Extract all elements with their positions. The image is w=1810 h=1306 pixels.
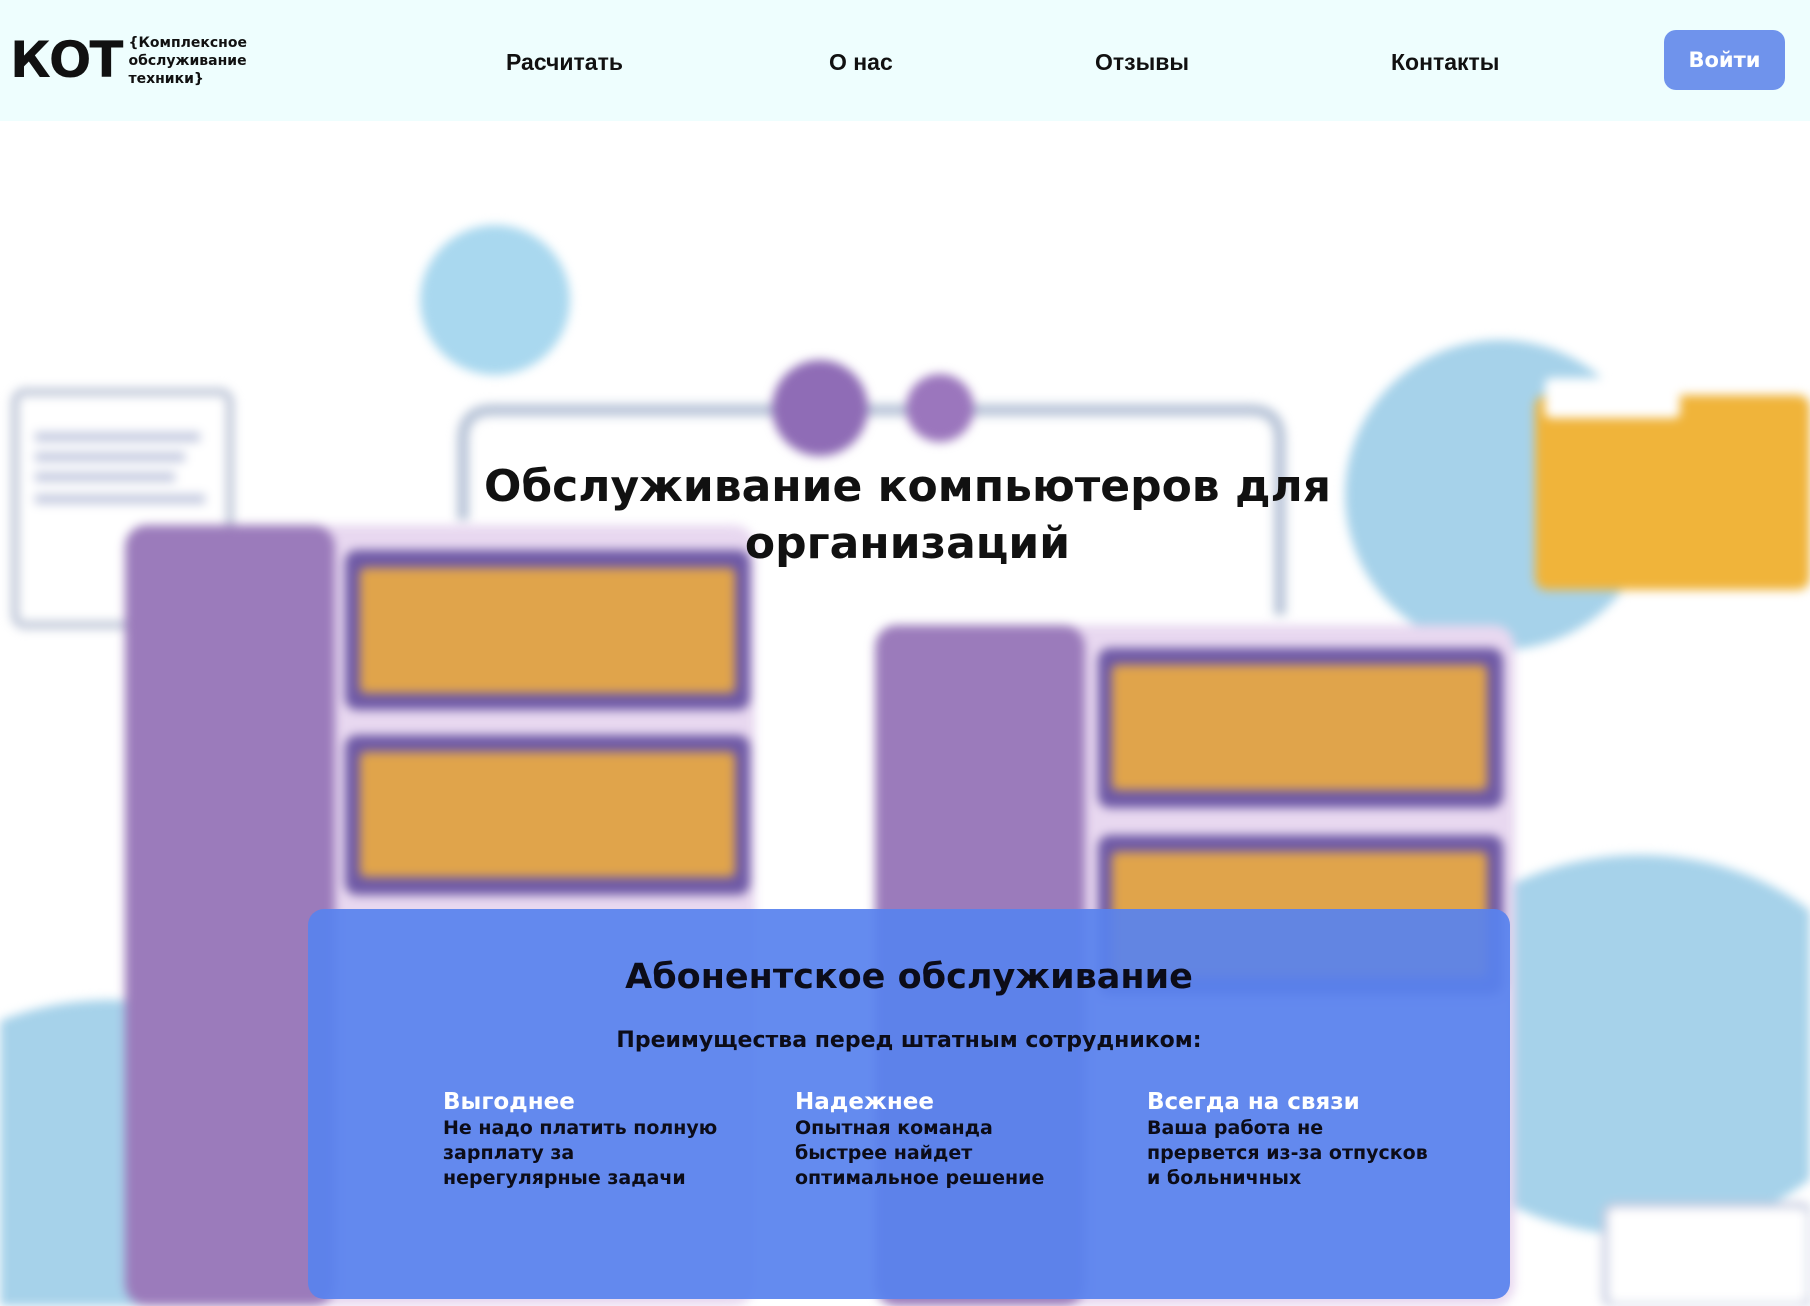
feature-text: Опытная команда быстрее найдет оптимальн… — [795, 1117, 1045, 1189]
feature-heading: Всегда на связи — [1147, 1089, 1360, 1115]
site-header: КОТ {Комплексное обслуживание техники} Р… — [0, 0, 1810, 121]
feature-heading: Выгоднее — [443, 1089, 575, 1115]
feature-heading: Надежнее — [795, 1089, 934, 1115]
logo-tagline: {Комплексное обслуживание техники} — [128, 35, 247, 87]
feature-item: Надежнее Опытная команда быстрее найдет … — [795, 1088, 1115, 1191]
nav-reviews[interactable]: Отзывы — [1095, 48, 1189, 76]
feature-text: Не надо платить полную зарплату за нерег… — [443, 1117, 718, 1189]
feature-item: Выгоднее Не надо платить полную зарплату… — [443, 1088, 763, 1191]
nav-about[interactable]: О нас — [829, 48, 893, 76]
card-subtitle: Преимущества перед штатным сотрудником: — [616, 1028, 1202, 1053]
hero-title: Обслуживание компьютеров для организаций — [484, 461, 1331, 569]
logo-mark: КОТ — [10, 31, 123, 89]
feature-text: Ваша работа не прервется из-за отпусков … — [1147, 1117, 1428, 1189]
nav-contacts[interactable]: Контакты — [1391, 48, 1499, 76]
page: КОТ {Комплексное обслуживание техники} Р… — [0, 0, 1810, 1306]
subscription-card: Абонентское обслуживание Преимущества пе… — [308, 909, 1510, 1299]
login-button[interactable]: Войти — [1664, 30, 1785, 90]
logo[interactable]: КОТ {Комплексное обслуживание техники} — [10, 33, 256, 88]
nav-calculate[interactable]: Расчитать — [506, 48, 623, 76]
card-title: Абонентское обслуживание — [625, 957, 1193, 997]
feature-item: Всегда на связи Ваша работа не прервется… — [1147, 1088, 1467, 1191]
